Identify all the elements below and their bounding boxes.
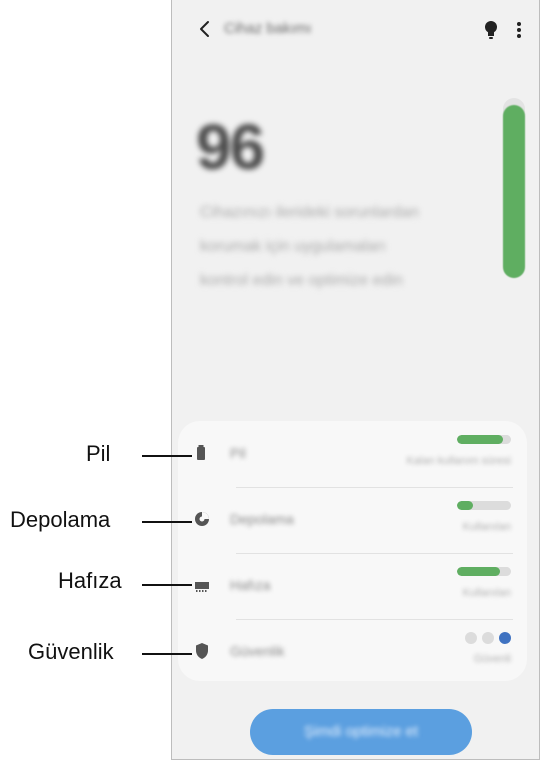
score-level-fill: [503, 105, 525, 278]
status-card: Pil Kalan kullanım süresi Depolama Kulla…: [178, 421, 527, 681]
app-bar: Cihaz bakımı: [172, 0, 539, 60]
button-label: Şimdi optimize et: [303, 723, 419, 740]
battery-icon: [197, 445, 205, 460]
callout-line-battery: [142, 455, 192, 457]
security-status-dots: [460, 631, 511, 644]
memory-chip-icon: [195, 582, 209, 592]
callout-memory: Hafıza: [58, 568, 122, 593]
shield-icon: [196, 643, 208, 659]
storage-level-bar: [457, 501, 511, 510]
status-dot: [499, 632, 511, 644]
status-dot: [482, 632, 494, 644]
callout-line-storage: [142, 521, 192, 523]
callout-line-memory: [142, 584, 192, 586]
battery-level-fill: [457, 435, 503, 444]
list-item-security[interactable]: Güvenlik Güvenli: [178, 619, 527, 685]
lightbulb-icon[interactable]: [483, 18, 499, 42]
memory-level-fill: [457, 567, 501, 576]
item-status: Kalan kullanım süresi: [406, 455, 511, 467]
item-label: Güvenlik: [230, 643, 285, 659]
item-label: Pil: [230, 445, 246, 461]
callout-battery: Pil: [86, 441, 111, 466]
optimize-now-button[interactable]: Şimdi optimize et: [250, 709, 472, 755]
page-title: Cihaz bakımı: [224, 20, 312, 37]
score-level-bar: [503, 98, 525, 278]
device-score: 96: [196, 111, 265, 183]
list-item-battery[interactable]: Pil Kalan kullanım süresi: [178, 421, 527, 487]
memory-level-bar: [457, 567, 511, 576]
item-status: Kullanılan: [462, 587, 511, 599]
more-options-icon[interactable]: [513, 18, 525, 42]
score-description: Cihazınızı ilerideki sorunlardan korumak…: [200, 204, 419, 289]
item-status: Güvenli: [473, 653, 511, 665]
list-item-memory[interactable]: Hafıza Kullanılan: [178, 553, 527, 619]
item-label: Hafıza: [230, 577, 271, 593]
device-screen: Cihaz bakımı 96 Cihazınızı ilerideki sor…: [171, 0, 540, 760]
item-status: Kullanılan: [462, 521, 511, 533]
pie-chart-icon: [195, 512, 209, 526]
item-label: Depolama: [230, 511, 294, 527]
callout-security: Güvenlik: [28, 639, 114, 664]
list-item-storage[interactable]: Depolama Kullanılan: [178, 487, 527, 553]
storage-level-fill: [457, 501, 474, 510]
battery-level-bar: [457, 435, 511, 444]
callout-line-security: [142, 653, 192, 655]
back-icon[interactable]: [194, 17, 216, 41]
status-dot: [465, 632, 477, 644]
callout-storage: Depolama: [10, 507, 111, 532]
